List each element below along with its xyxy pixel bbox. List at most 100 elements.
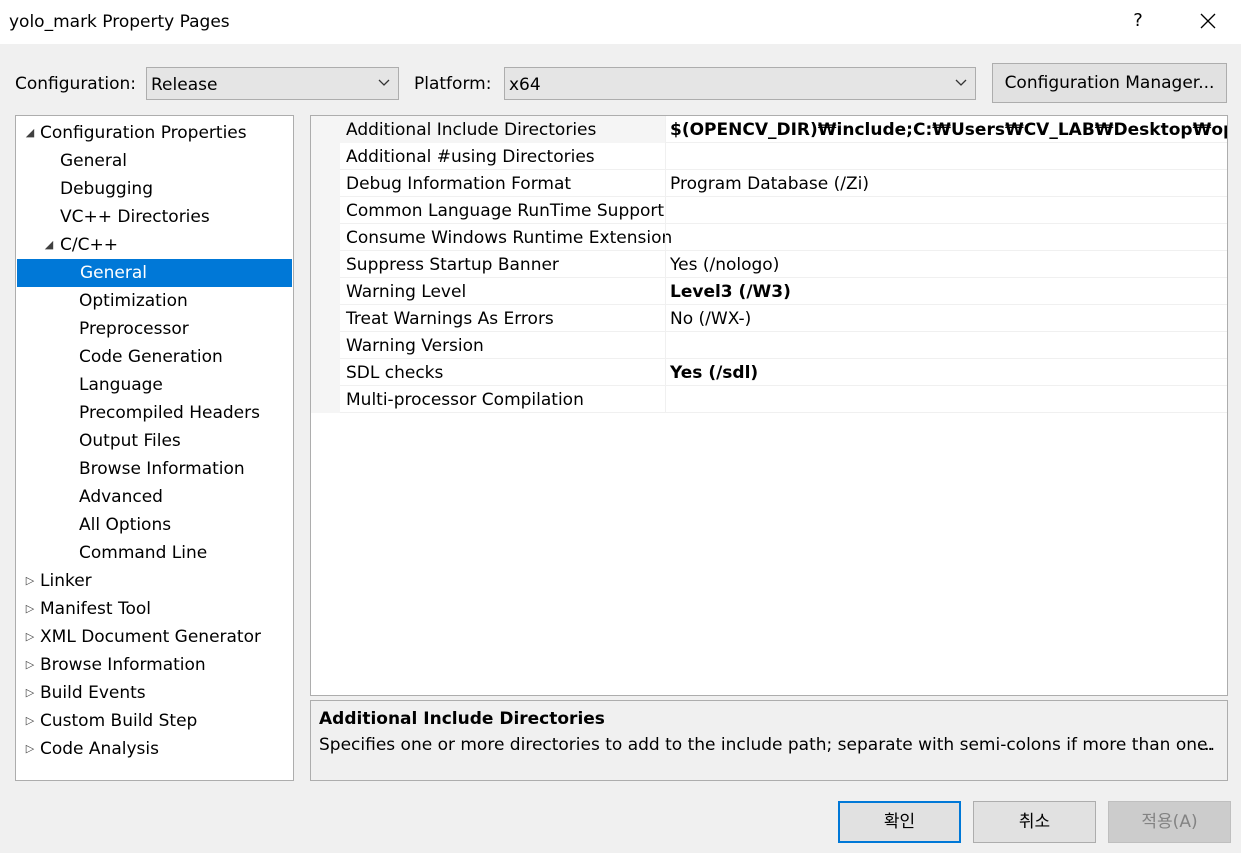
property-row[interactable]: Warning Level Level3 (/W3) xyxy=(340,278,1227,305)
property-row[interactable]: Common Language RunTime Support xyxy=(340,197,1227,224)
tree-item[interactable]: ▷ Build Events xyxy=(16,679,293,707)
property-value[interactable]: Yes (/nologo) xyxy=(670,255,779,275)
property-name: Warning Version xyxy=(346,336,484,356)
property-name: Debug Information Format xyxy=(346,174,572,194)
column-divider xyxy=(665,359,666,386)
collapsed-arrow-icon[interactable]: ▷ xyxy=(23,567,37,595)
tree-item[interactable]: Code Generation xyxy=(16,343,293,371)
description-panel: Additional Include Directories Specifies… xyxy=(310,700,1228,781)
description-text: Specifies one or more directories to add… xyxy=(319,735,1213,755)
description-ellipsis: ... xyxy=(1198,735,1215,755)
property-value[interactable]: No (/WX-) xyxy=(670,309,751,329)
column-divider xyxy=(665,305,666,332)
collapsed-arrow-icon[interactable]: ▷ xyxy=(23,707,37,735)
tree-item[interactable]: Browse Information xyxy=(16,455,293,483)
property-row[interactable]: Consume Windows Runtime Extension xyxy=(340,224,1227,251)
tree-item[interactable]: Preprocessor xyxy=(16,315,293,343)
property-name: Suppress Startup Banner xyxy=(346,255,559,275)
collapsed-arrow-icon[interactable]: ▷ xyxy=(23,735,37,763)
tree-item[interactable]: Output Files xyxy=(16,427,293,455)
tree-item-label: XML Document Generator xyxy=(40,627,261,647)
cancel-button[interactable]: 취소 xyxy=(973,801,1096,843)
tree-item-label: Advanced xyxy=(79,487,163,507)
configuration-dropdown[interactable]: Release xyxy=(146,67,399,100)
column-divider xyxy=(665,116,666,143)
tree-item[interactable]: Language xyxy=(16,371,293,399)
tree-item[interactable]: ▷ Code Analysis xyxy=(16,735,293,763)
tree-item[interactable]: General xyxy=(17,259,292,287)
tree-item[interactable]: ◢ Configuration Properties xyxy=(16,119,293,147)
chevron-down-icon xyxy=(955,79,967,86)
property-value[interactable]: Level3 (/W3) xyxy=(670,282,791,302)
tree-item-label: Command Line xyxy=(79,543,208,563)
property-row[interactable]: Treat Warnings As Errors No (/WX-) xyxy=(340,305,1227,332)
tree-item[interactable]: ▷ Browse Information xyxy=(16,651,293,679)
tree-item[interactable]: All Options xyxy=(16,511,293,539)
close-button[interactable] xyxy=(1190,6,1226,36)
help-button[interactable]: ? xyxy=(1122,6,1154,36)
tree-item-label: Code Generation xyxy=(79,347,223,367)
column-divider xyxy=(665,251,666,278)
platform-value: x64 xyxy=(509,75,541,95)
property-row[interactable]: Multi-processor Compilation xyxy=(340,386,1227,413)
collapsed-arrow-icon[interactable]: ▷ xyxy=(23,595,37,623)
tree-item-label: Custom Build Step xyxy=(40,711,198,731)
column-divider xyxy=(665,332,666,359)
tree-item[interactable]: General xyxy=(16,147,293,175)
property-name: SDL checks xyxy=(346,363,444,383)
tree-item-label: Browse Information xyxy=(40,655,206,675)
tree-item-label: All Options xyxy=(79,515,172,535)
collapsed-arrow-icon[interactable]: ▷ xyxy=(23,651,37,679)
property-row[interactable]: SDL checks Yes (/sdl) xyxy=(340,359,1227,386)
collapsed-arrow-icon[interactable]: ▷ xyxy=(23,679,37,707)
tree-item[interactable]: ▷ Manifest Tool xyxy=(16,595,293,623)
tree-item-label: Debugging xyxy=(60,179,153,199)
ok-button[interactable]: 확인 xyxy=(838,801,961,843)
tree-item[interactable]: Precompiled Headers xyxy=(16,399,293,427)
window-title: yolo_mark Property Pages xyxy=(9,12,230,32)
tree-item[interactable]: ▷ XML Document Generator xyxy=(16,623,293,651)
configuration-manager-button[interactable]: Configuration Manager... xyxy=(992,63,1227,103)
grid-gutter xyxy=(311,116,340,413)
tree-item[interactable]: Optimization xyxy=(16,287,293,315)
property-name: Treat Warnings As Errors xyxy=(346,309,554,329)
tree-item-label: Build Events xyxy=(40,683,146,703)
tree-item[interactable]: VC++ Directories xyxy=(16,203,293,231)
tree-item-label: Code Analysis xyxy=(40,739,159,759)
tree-item-label: Language xyxy=(79,375,163,395)
property-name: Warning Level xyxy=(346,282,467,302)
tree-item-label: Preprocessor xyxy=(79,319,189,339)
property-value[interactable]: Program Database (/Zi) xyxy=(670,174,869,194)
property-name: Additional #using Directories xyxy=(346,147,595,167)
collapsed-arrow-icon[interactable]: ▷ xyxy=(23,623,37,651)
tree-item[interactable]: ▷ Linker xyxy=(16,567,293,595)
property-value[interactable]: $(OPENCV_DIR)₩include;C:₩Users₩CV_LAB₩De… xyxy=(670,120,1227,140)
column-divider xyxy=(665,386,666,413)
tree-item[interactable]: Command Line xyxy=(16,539,293,567)
property-value[interactable]: Yes (/sdl) xyxy=(670,363,758,383)
title-bar: yolo_mark Property Pages ? xyxy=(0,0,1241,44)
property-name: Common Language RunTime Support xyxy=(346,201,665,221)
column-divider xyxy=(665,197,666,224)
expanded-arrow-icon[interactable]: ◢ xyxy=(42,231,56,259)
tree-item[interactable]: ◢ C/C++ xyxy=(16,231,293,259)
chevron-down-icon xyxy=(378,79,390,86)
property-row[interactable]: Debug Information Format Program Database… xyxy=(340,170,1227,197)
property-grid[interactable]: Additional Include Directories $(OPENCV_D… xyxy=(310,115,1228,696)
tree-item-label: General xyxy=(80,263,147,283)
platform-label: Platform: xyxy=(414,74,492,94)
expanded-arrow-icon[interactable]: ◢ xyxy=(23,119,37,147)
tree-item-label: Linker xyxy=(40,571,92,591)
property-row[interactable]: Warning Version xyxy=(340,332,1227,359)
configuration-value: Release xyxy=(151,75,218,95)
apply-button[interactable]: 적용(A) xyxy=(1108,801,1231,843)
property-tree[interactable]: ◢ Configuration Properties General Debuggin… xyxy=(15,115,294,781)
tree-item[interactable]: ▷ Custom Build Step xyxy=(16,707,293,735)
tree-item[interactable]: Debugging xyxy=(16,175,293,203)
property-row[interactable]: Additional Include Directories $(OPENCV_D… xyxy=(340,116,1227,143)
property-row[interactable]: Additional #using Directories xyxy=(340,143,1227,170)
property-row[interactable]: Suppress Startup Banner Yes (/nologo) xyxy=(340,251,1227,278)
tree-item[interactable]: Advanced xyxy=(16,483,293,511)
tree-item-label: C/C++ xyxy=(60,235,118,255)
platform-dropdown[interactable]: x64 xyxy=(504,67,976,100)
